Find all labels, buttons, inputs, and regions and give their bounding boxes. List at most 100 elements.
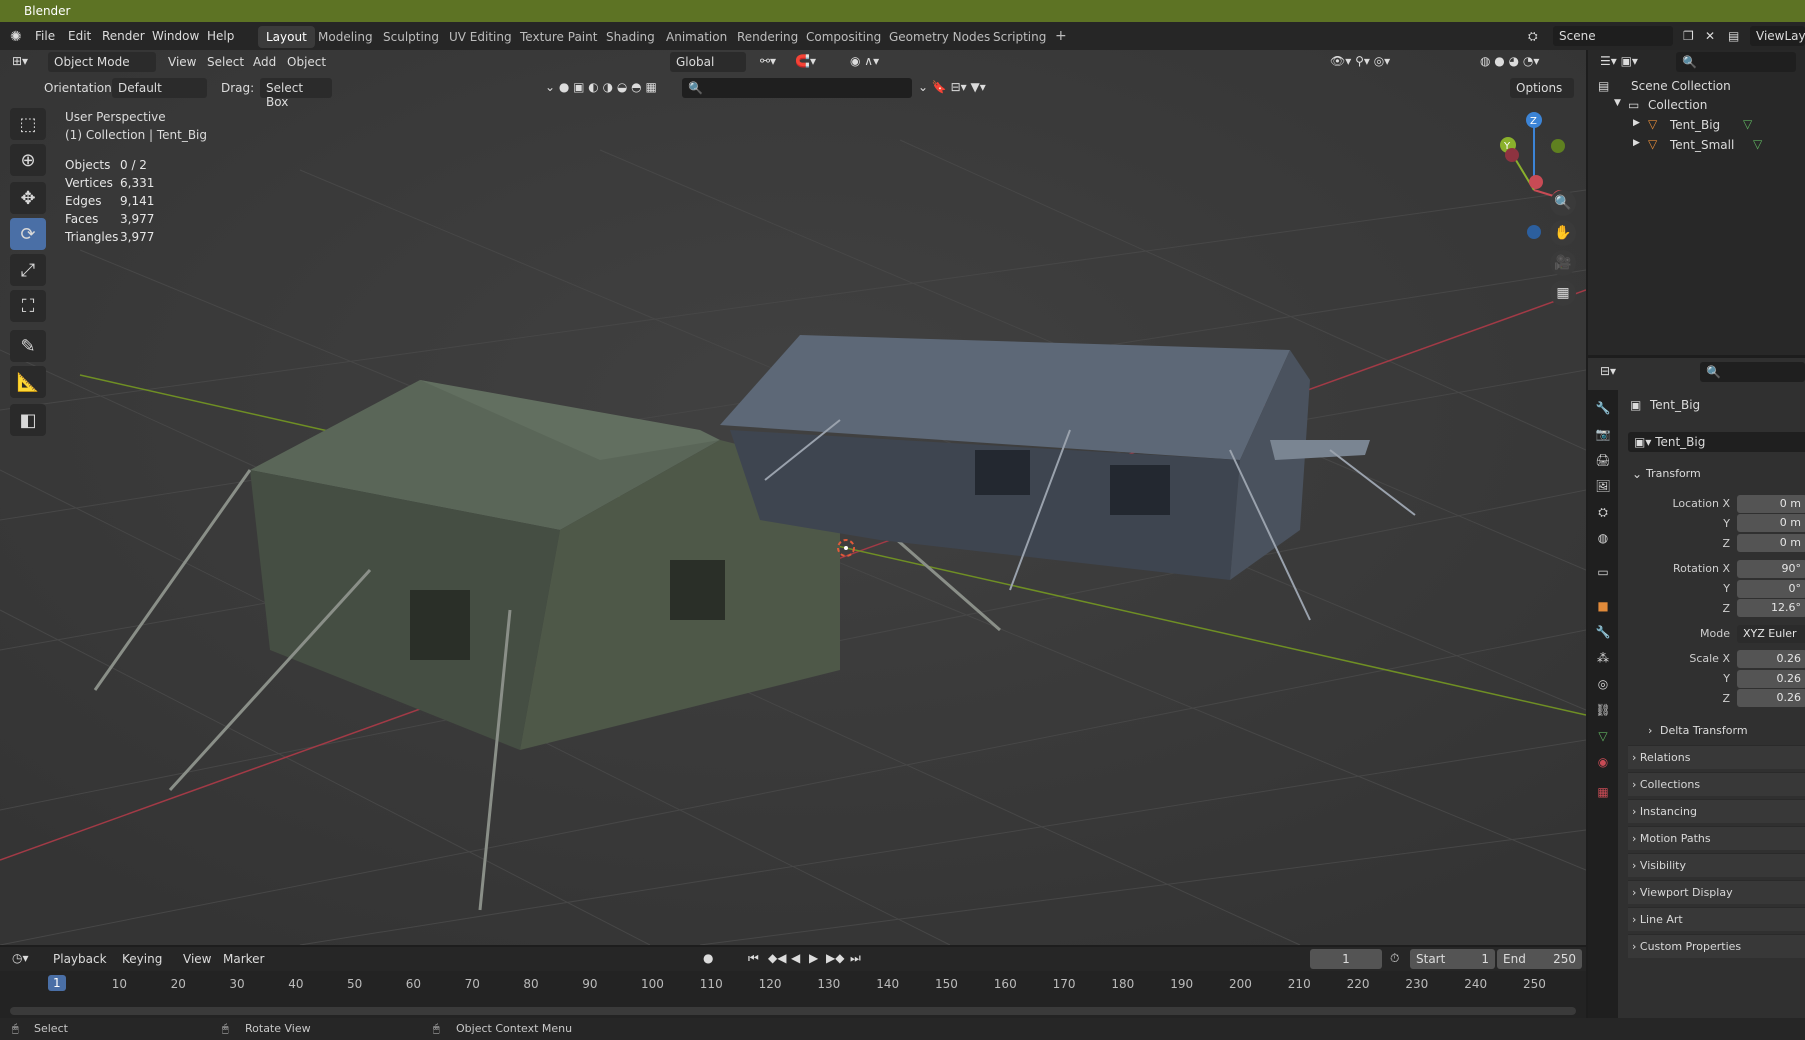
menu-view[interactable]: View [168,55,196,69]
properties-search-field[interactable]: 🔍 [1700,362,1805,382]
marker-menu[interactable]: Marker [223,952,264,966]
menu-select[interactable]: Select [207,55,244,69]
tab-uv-editing[interactable]: UV Editing [441,26,520,48]
scale-z-field[interactable]: 0.26 [1737,689,1805,707]
pivot-icon[interactable]: ⚯▾ [760,54,776,68]
collection-tab-icon[interactable]: ▭ [1595,564,1611,580]
tent-small-expand-icon[interactable]: ▶ [1633,138,1640,148]
timeline-scrollbar[interactable] [10,1007,1576,1015]
render-tab-icon[interactable]: 📷 [1595,426,1611,442]
viewport-search-field[interactable]: 🔍 [682,78,912,98]
transform-orientation-dropdown[interactable]: Global [670,52,746,72]
data-tab-icon[interactable]: ▽ [1595,728,1611,744]
panel-collections[interactable]: › Collections [1628,772,1805,796]
preview-range-icon[interactable]: ⏱ [1390,951,1399,966]
timeline-view-menu[interactable]: View [183,952,211,966]
properties-type-icon[interactable]: ⊟▾ [1600,364,1616,378]
jump-start-icon[interactable]: ⏮ [748,951,759,966]
viewlayer-selector[interactable]: ViewLaye [1750,26,1805,46]
current-frame-marker[interactable]: 1 [48,975,66,991]
prev-keyframe-icon[interactable]: ◆◀ [768,951,786,965]
object-tab-icon[interactable]: ■ [1595,598,1611,614]
jump-end-icon[interactable]: ⏭ [850,951,861,966]
rotation-mode-dropdown[interactable]: XYZ Euler [1737,625,1805,643]
annotate-tool-icon[interactable]: ✎ [10,330,46,362]
rotate-tool-icon[interactable]: ⟳ [10,218,46,250]
start-frame-field[interactable]: Start 1 [1410,949,1495,969]
scene-collection-label[interactable]: Scene Collection [1631,79,1731,93]
current-frame-field[interactable]: 1 [1310,949,1382,969]
visibility-icon[interactable]: 👁▾ ⚲▾ ◎▾ [1330,54,1390,68]
view-layer-filter-icon[interactable]: ⌄ ● ▣ ◐ ◑ ◒ ◓ ▦ [545,80,657,94]
outliner-item-tent-big[interactable]: Tent_Big [1670,118,1720,132]
tab-texture-paint[interactable]: Texture Paint [512,26,605,48]
tab-rendering[interactable]: Rendering [729,26,806,48]
keying-menu[interactable]: Keying [122,952,162,966]
rotation-z-field[interactable]: 12.6° [1737,599,1805,617]
transform-tool-icon[interactable]: ⛶ [10,290,46,322]
particles-tab-icon[interactable]: ⁂ [1595,650,1611,666]
panel-motion-paths[interactable]: › Motion Paths [1628,826,1805,850]
tab-animation[interactable]: Animation [658,26,735,48]
panel-instancing[interactable]: › Instancing [1628,799,1805,823]
panel-line-art[interactable]: › Line Art [1628,907,1805,931]
timeline-type-icon[interactable]: ◷▾ [12,951,29,965]
scale-x-field[interactable]: 0.26 [1737,650,1805,668]
transform-collapse-icon[interactable]: ⌄ [1632,467,1642,481]
record-icon[interactable]: ● [703,951,713,965]
tab-modeling[interactable]: Modeling [310,26,381,48]
add-workspace-icon[interactable]: + [1047,26,1075,48]
constraints-tab-icon[interactable]: ⛓ [1595,702,1611,718]
world-tab-icon[interactable]: ◍ [1595,530,1611,546]
panel-visibility[interactable]: › Visibility [1628,853,1805,877]
outliner-item-tent-small[interactable]: Tent_Small [1670,138,1734,152]
view-layer-tab-icon[interactable]: 🖼 [1595,478,1611,494]
tab-geometry-nodes[interactable]: Geometry Nodes [881,26,998,48]
filter-icons[interactable]: ⌄ 🔖 ⊟▾ ▼▾ [918,80,986,94]
mode-dropdown[interactable]: Object Mode [48,52,156,72]
output-tab-icon[interactable]: 🖨 [1595,452,1611,468]
menu-add[interactable]: Add [253,55,276,69]
select-box-tool-icon[interactable]: ⬚ [10,108,46,140]
zoom-icon[interactable]: 🔍 [1550,190,1576,216]
proportional-edit-icon[interactable]: ◉ ∧▾ [850,54,879,68]
editor-type-icon[interactable]: ⊞▾ [12,54,28,68]
panel-custom-properties[interactable]: › Custom Properties [1628,934,1805,958]
location-y-field[interactable]: 0 m [1737,514,1805,532]
collection-label[interactable]: Collection [1648,98,1707,112]
tab-scripting[interactable]: Scripting [985,26,1054,48]
remove-scene-icon[interactable]: ✕ [1705,29,1715,43]
3d-viewport[interactable]: Z Y X User Perspective (1) Collection | … [0,50,1586,945]
outliner-type-icon[interactable]: ☰▾ ▣▾ [1600,54,1638,68]
new-scene-icon[interactable]: ❐ [1683,29,1694,43]
drag-dropdown[interactable]: Select Box [260,78,332,109]
menu-file[interactable]: File [35,29,55,43]
grid-ortho-icon[interactable]: ▦ [1550,280,1576,306]
material-tab-icon[interactable]: ◉ [1595,754,1611,770]
playback-menu[interactable]: Playback [53,952,107,966]
camera-icon[interactable]: 🎥 [1550,250,1576,276]
tab-layout[interactable]: Layout [258,26,315,48]
viewlayer-icon[interactable]: ▤ [1728,29,1739,43]
scene-tab-icon[interactable]: ⛭ [1595,504,1611,520]
outliner-search-field[interactable]: 🔍 [1676,52,1796,72]
blender-logo-icon[interactable]: ✺ [10,29,22,45]
timeline-area[interactable]: 1 10 20 30 40 50 60 70 80 90 100 110 120 130 140 150 160… [0,971,1586,1021]
delta-transform-chevron-icon[interactable]: › [1648,724,1652,737]
tab-sculpting[interactable]: Sculpting [375,26,447,48]
scene-selector[interactable]: Scene [1553,26,1673,46]
panel-relations[interactable]: › Relations [1628,745,1805,769]
panel-viewport-display[interactable]: › Viewport Display [1628,880,1805,904]
pan-hand-icon[interactable]: ✋ [1550,220,1576,246]
menu-help[interactable]: Help [207,29,234,43]
tool-tab-icon[interactable]: 🔧 [1595,400,1611,416]
measure-tool-icon[interactable]: 📐 [10,366,46,398]
play-icon[interactable]: ▶ [809,951,818,965]
cursor-tool-icon[interactable]: ⊕ [10,144,46,176]
physics-tab-icon[interactable]: ◎ [1595,676,1611,692]
scale-tool-icon[interactable]: ⤢ [10,254,46,286]
orientation-dropdown[interactable]: Default [112,78,207,98]
menu-edit[interactable]: Edit [68,29,91,43]
modifier-tab-icon[interactable]: 🔧 [1595,624,1611,640]
shading-modes-icon[interactable]: ◍ ● ◕ ◔▾ [1480,54,1539,68]
